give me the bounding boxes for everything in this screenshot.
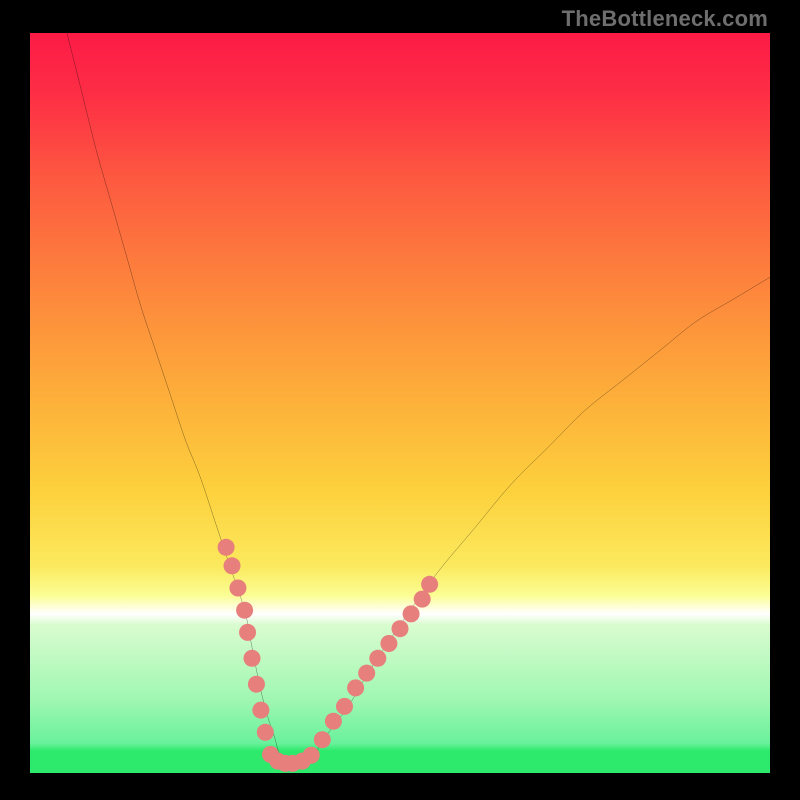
data-marker bbox=[252, 702, 269, 719]
data-marker bbox=[380, 635, 397, 652]
data-marker bbox=[414, 591, 431, 608]
data-marker bbox=[369, 650, 386, 667]
data-marker bbox=[336, 698, 353, 715]
data-marker bbox=[314, 731, 331, 748]
chart-frame bbox=[30, 33, 770, 773]
data-marker bbox=[403, 605, 420, 622]
chart-svg bbox=[30, 33, 770, 773]
data-marker bbox=[243, 650, 260, 667]
data-marker bbox=[257, 724, 274, 741]
data-marker bbox=[229, 579, 246, 596]
data-marker bbox=[248, 676, 265, 693]
data-marker bbox=[421, 576, 438, 593]
data-marker bbox=[325, 713, 342, 730]
data-marker bbox=[347, 679, 364, 696]
data-marker bbox=[236, 602, 253, 619]
data-marker bbox=[391, 620, 408, 637]
data-marker bbox=[218, 539, 235, 556]
data-marker bbox=[224, 557, 241, 574]
data-marker bbox=[303, 747, 320, 764]
data-marker bbox=[239, 624, 256, 641]
gradient-background bbox=[30, 33, 770, 773]
watermark-text: TheBottleneck.com bbox=[562, 6, 768, 32]
data-marker bbox=[358, 665, 375, 682]
